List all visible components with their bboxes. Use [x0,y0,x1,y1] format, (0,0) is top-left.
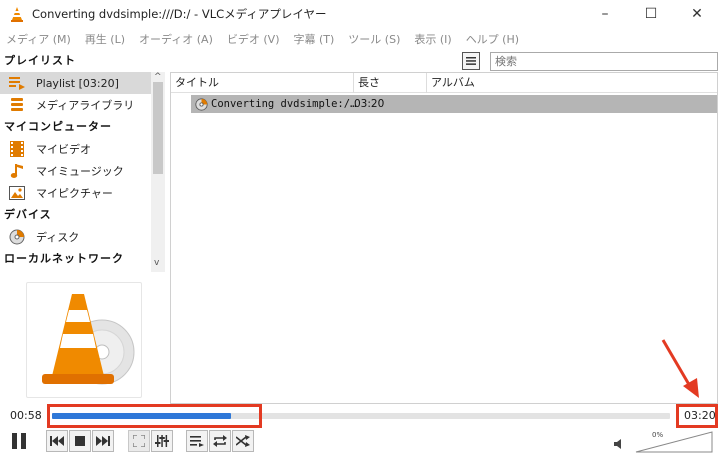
sidebar-item-media-library[interactable]: メディアライブラリ [0,94,166,116]
close-button[interactable]: ✕ [674,0,720,28]
menu-tools[interactable]: ツール (S) [348,31,400,47]
sidebar-header-devices: デバイス [4,208,52,221]
column-title[interactable]: タイトル [171,73,354,93]
sidebar-item-label: メディアライブラリ [36,99,135,112]
sidebar-item-label: マイミュージック [36,165,124,178]
shuffle-icon [236,435,250,447]
elapsed-time: 00:58 [10,409,42,422]
sidebar-header-my-computer: マイコンピューター [4,120,112,133]
menu-bar: メディア (M) 再生 (L) オーディオ (A) ビデオ (V) 字幕 (T)… [0,28,720,50]
menu-video[interactable]: ビデオ (V) [227,31,280,47]
sidebar-header-local-network: ローカルネットワーク [4,252,124,265]
seek-row: 00:58 03:20 [0,404,720,428]
disc-icon [191,97,211,111]
media-library-icon [8,96,26,114]
maximize-button[interactable]: ☐ [628,0,674,28]
sidebar-item-label: マイビデオ [36,143,91,156]
column-album[interactable]: アルバム [427,73,717,93]
row-title: Converting dvdsimple:/… [211,98,357,110]
playlist-table: タイトル 長さ アルバム Converting dvdsimple:/… 03:… [170,72,718,404]
sidebar-item-label: ディスク [36,231,80,244]
scroll-up-icon[interactable]: ^ [154,72,162,82]
next-button[interactable] [92,430,114,452]
pause-button[interactable] [6,428,32,454]
sidebar-item-my-video[interactable]: マイビデオ [0,138,166,160]
stop-icon [75,436,85,446]
shuffle-button[interactable] [232,430,254,452]
vlc-cone-icon [42,294,135,385]
toggle-playlist-button[interactable] [186,430,208,452]
speaker-icon[interactable] [614,438,626,450]
extended-settings-button[interactable] [151,430,173,452]
menu-playback[interactable]: 再生 (L) [85,31,125,47]
film-icon [8,140,26,158]
fullscreen-icon [133,435,145,447]
control-bar: 0% [0,428,720,458]
row-duration: 03:20 [354,98,385,110]
playlist-toggle-icon [190,436,204,447]
stop-button[interactable] [69,430,91,452]
total-time[interactable]: 03:20 [684,409,716,422]
highlight-box-seek [47,404,262,428]
sidebar-item-my-pictures[interactable]: マイピクチャー [0,182,166,204]
window-title: Converting dvdsimple:///D:/ - VLCメディアプレイ… [32,7,327,21]
menu-media[interactable]: メディア (M) [6,31,71,47]
picture-icon [8,184,26,202]
previous-button[interactable] [46,430,68,452]
album-art [26,282,142,398]
loop-icon [213,435,227,447]
playlist-icon [8,74,26,92]
sidebar-item-disc[interactable]: ディスク [0,226,166,248]
sidebar-item-my-music[interactable]: マイミュージック [0,160,166,182]
annotation-arrow-icon [661,339,699,398]
menu-view[interactable]: 表示 (I) [414,31,451,47]
volume-slider[interactable] [634,430,714,454]
music-note-icon [8,162,26,180]
fullscreen-button[interactable] [128,430,150,452]
scroll-down-icon[interactable]: v [154,258,159,268]
sidebar-header-playlist: プレイリスト [4,54,76,67]
next-icon [96,436,110,446]
search-input[interactable] [490,52,718,71]
disc-icon [8,228,26,246]
sidebar: プレイリスト Playlist [03:20] メディアライブラリ マイコンピュ… [0,50,166,402]
column-duration[interactable]: 長さ [354,73,427,93]
minimize-button[interactable]: – [582,0,628,28]
loop-button[interactable] [209,430,231,452]
sidebar-item-label: Playlist [03:20] [36,76,119,90]
menu-help[interactable]: ヘルプ (H) [466,31,519,47]
pause-icon [12,433,26,449]
menu-subtitle[interactable]: 字幕 (T) [293,31,334,47]
previous-icon [50,436,64,446]
menu-audio[interactable]: オーディオ (A) [139,31,213,47]
sidebar-scrollbar[interactable]: ^ v [151,72,165,272]
volume-percent: 0% [652,431,664,439]
playlist-toolbar [172,52,718,72]
vlc-cone-icon [8,5,26,23]
playlist-header: タイトル 長さ アルバム [171,73,717,93]
table-row[interactable]: Converting dvdsimple:/… 03:20 [191,95,717,113]
playlist-view-button[interactable] [462,52,480,70]
title-bar: Converting dvdsimple:///D:/ - VLCメディアプレイ… [0,0,720,28]
sidebar-item-playlist[interactable]: Playlist [03:20] [0,72,151,94]
sidebar-item-label: マイピクチャー [36,187,113,200]
list-view-icon [466,57,476,65]
equalizer-icon [155,435,169,447]
scrollbar-thumb[interactable] [153,82,163,174]
